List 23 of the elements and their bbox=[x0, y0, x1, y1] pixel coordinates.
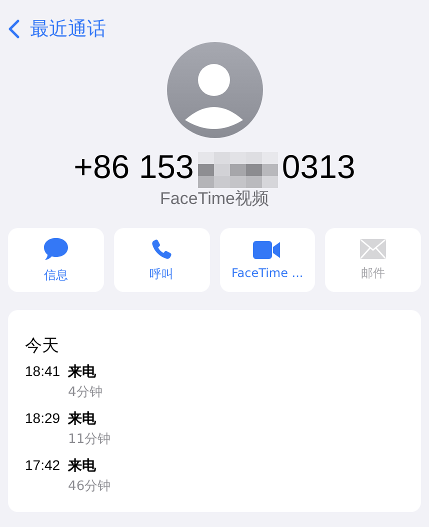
call-duration: 46分钟 bbox=[68, 478, 111, 495]
call-time: 17:42 bbox=[25, 457, 60, 475]
contact-subtitle: FaceTime视频 bbox=[160, 188, 269, 210]
call-duration: 4分钟 bbox=[68, 384, 102, 401]
phone-number-end: 0313 bbox=[282, 148, 356, 186]
call-duration: 11分钟 bbox=[68, 431, 111, 448]
call-time: 18:41 bbox=[25, 363, 60, 381]
call-action-button[interactable]: 呼叫 bbox=[114, 228, 210, 292]
call-type: 来电 bbox=[68, 457, 98, 475]
date-heading: 今天 bbox=[25, 335, 60, 357]
message-action-button[interactable]: 信息 bbox=[8, 228, 104, 292]
video-camera-icon bbox=[253, 240, 282, 260]
call-time: 18:29 bbox=[25, 410, 60, 428]
avatar-icon bbox=[166, 42, 262, 138]
call-type: 来电 bbox=[68, 363, 98, 381]
back-chevron-icon bbox=[8, 19, 20, 39]
phone-icon bbox=[150, 238, 173, 260]
back-button[interactable]: 最近通话 bbox=[8, 16, 106, 42]
speech-bubble-icon bbox=[42, 236, 69, 260]
call-type: 来电 bbox=[68, 410, 98, 428]
video-action-button[interactable]: FaceTime ... bbox=[220, 228, 316, 292]
envelope-icon bbox=[360, 238, 386, 258]
phone-number-start: +86 153 bbox=[74, 148, 194, 186]
